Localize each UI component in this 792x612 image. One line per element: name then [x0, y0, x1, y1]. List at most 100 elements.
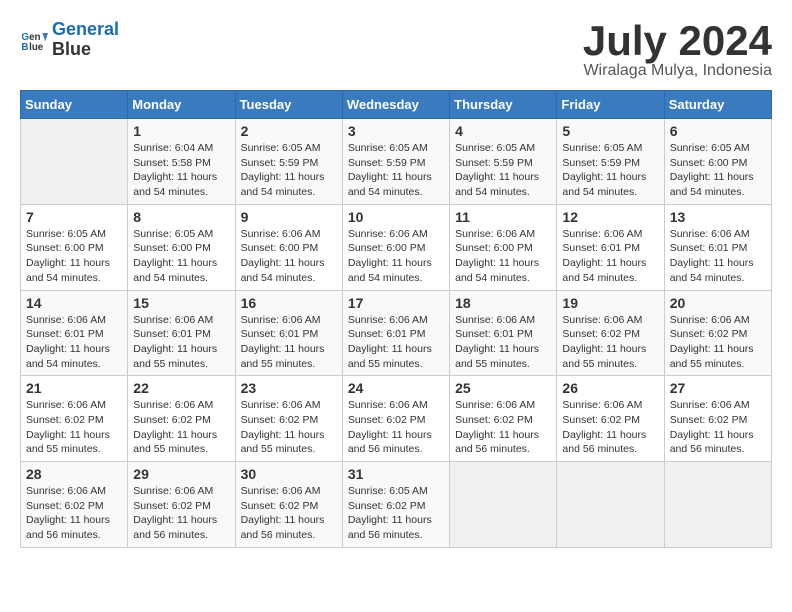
day-info: Sunrise: 6:04 AM Sunset: 5:58 PM Dayligh… [133, 141, 229, 200]
day-info: Sunrise: 6:06 AM Sunset: 6:02 PM Dayligh… [133, 484, 229, 543]
day-info: Sunrise: 6:05 AM Sunset: 6:00 PM Dayligh… [26, 227, 122, 286]
page-header: G en B lue General Blue July 2024 Wirala… [20, 20, 772, 80]
day-info: Sunrise: 6:06 AM Sunset: 6:01 PM Dayligh… [133, 313, 229, 372]
day-info: Sunrise: 6:06 AM Sunset: 6:02 PM Dayligh… [26, 398, 122, 457]
calendar-cell: 13Sunrise: 6:06 AM Sunset: 6:01 PM Dayli… [664, 204, 771, 290]
calendar-cell: 26 Sunrise: 6:06 AM Sunset: 6:02 PM Dayli… [557, 376, 664, 462]
day-number: 4 [455, 123, 551, 139]
day-number: 3 [348, 123, 444, 139]
day-number: 21 [26, 380, 122, 396]
day-info: Sunrise: 6:05 AM Sunset: 6:00 PM Dayligh… [133, 227, 229, 286]
day-info: Sunrise: 6:06 AM Sunset: 6:02 PM Dayligh… [241, 398, 337, 457]
day-info: Sunrise: 6:06 AM Sunset: 6:01 PM Dayligh… [26, 313, 122, 372]
calendar-title: July 2024 [583, 20, 772, 62]
day-number: 2 [241, 123, 337, 139]
day-number: 9 [241, 209, 337, 225]
day-number: 17 [348, 295, 444, 311]
day-header-saturday: Saturday [664, 91, 771, 119]
calendar-cell: 22 Sunrise: 6:06 AM Sunset: 6:02 PM Dayli… [128, 376, 235, 462]
day-info: Sunrise: 6:06 AM Sunset: 6:00 PM Dayligh… [455, 227, 551, 286]
day-number: 27 [670, 380, 766, 396]
day-number: 11 [455, 209, 551, 225]
day-number: 15 [133, 295, 229, 311]
svg-text:lue: lue [29, 42, 44, 53]
logo: G en B lue General Blue [20, 20, 119, 60]
day-info: Sunrise: 6:05 AM Sunset: 5:59 PM Dayligh… [348, 141, 444, 200]
day-header-tuesday: Tuesday [235, 91, 342, 119]
calendar-cell: 10Sunrise: 6:06 AM Sunset: 6:00 PM Dayli… [342, 204, 449, 290]
calendar-cell: 19Sunrise: 6:06 AM Sunset: 6:02 PM Dayli… [557, 290, 664, 376]
day-number: 23 [241, 380, 337, 396]
day-number: 6 [670, 123, 766, 139]
day-header-thursday: Thursday [450, 91, 557, 119]
calendar-cell: 12 Sunrise: 6:06 AM Sunset: 6:01 PM Dayli… [557, 204, 664, 290]
day-info: Sunrise: 6:06 AM Sunset: 6:02 PM Dayligh… [133, 398, 229, 457]
calendar-cell: 14 Sunrise: 6:06 AM Sunset: 6:01 PM Dayli… [21, 290, 128, 376]
calendar-table: SundayMondayTuesdayWednesdayThursdayFrid… [20, 90, 772, 548]
day-number: 25 [455, 380, 551, 396]
day-header-wednesday: Wednesday [342, 91, 449, 119]
day-info: Sunrise: 6:05 AM Sunset: 5:59 PM Dayligh… [562, 141, 658, 200]
calendar-cell: 30Sunrise: 6:06 AM Sunset: 6:02 PM Dayli… [235, 462, 342, 548]
calendar-cell: 11 Sunrise: 6:06 AM Sunset: 6:00 PM Dayli… [450, 204, 557, 290]
logo-icon: G en B lue [20, 26, 48, 54]
day-info: Sunrise: 6:05 AM Sunset: 5:59 PM Dayligh… [455, 141, 551, 200]
calendar-cell: 31 Sunrise: 6:05 AM Sunset: 6:02 PM Dayli… [342, 462, 449, 548]
day-header-friday: Friday [557, 91, 664, 119]
day-info: Sunrise: 6:06 AM Sunset: 6:02 PM Dayligh… [562, 398, 658, 457]
day-info: Sunrise: 6:05 AM Sunset: 5:59 PM Dayligh… [241, 141, 337, 200]
day-number: 26 [562, 380, 658, 396]
calendar-week-1: 1 Sunrise: 6:04 AM Sunset: 5:58 PM Daylig… [21, 119, 772, 205]
calendar-cell [21, 119, 128, 205]
day-number: 20 [670, 295, 766, 311]
day-number: 31 [348, 466, 444, 482]
calendar-cell: 16 Sunrise: 6:06 AM Sunset: 6:01 PM Dayli… [235, 290, 342, 376]
svg-text:B: B [21, 42, 28, 53]
day-number: 22 [133, 380, 229, 396]
day-info: Sunrise: 6:06 AM Sunset: 6:01 PM Dayligh… [562, 227, 658, 286]
calendar-cell: 18Sunrise: 6:06 AM Sunset: 6:01 PM Dayli… [450, 290, 557, 376]
calendar-cell: 24Sunrise: 6:06 AM Sunset: 6:02 PM Dayli… [342, 376, 449, 462]
logo-line2: Blue [52, 39, 91, 59]
days-header-row: SundayMondayTuesdayWednesdayThursdayFrid… [21, 91, 772, 119]
logo-text: General Blue [52, 20, 119, 60]
day-number: 13 [670, 209, 766, 225]
day-header-sunday: Sunday [21, 91, 128, 119]
calendar-week-3: 14 Sunrise: 6:06 AM Sunset: 6:01 PM Dayli… [21, 290, 772, 376]
day-info: Sunrise: 6:05 AM Sunset: 6:00 PM Dayligh… [670, 141, 766, 200]
calendar-subtitle: Wiralaga Mulya, Indonesia [583, 62, 772, 80]
day-number: 16 [241, 295, 337, 311]
day-info: Sunrise: 6:06 AM Sunset: 6:02 PM Dayligh… [670, 398, 766, 457]
day-number: 24 [348, 380, 444, 396]
calendar-cell: 29Sunrise: 6:06 AM Sunset: 6:02 PM Dayli… [128, 462, 235, 548]
calendar-cell: 21 Sunrise: 6:06 AM Sunset: 6:02 PM Dayli… [21, 376, 128, 462]
calendar-cell [664, 462, 771, 548]
calendar-cell: 2 Sunrise: 6:05 AM Sunset: 5:59 PM Daylig… [235, 119, 342, 205]
day-number: 1 [133, 123, 229, 139]
calendar-cell: 1 Sunrise: 6:04 AM Sunset: 5:58 PM Daylig… [128, 119, 235, 205]
calendar-cell [450, 462, 557, 548]
day-number: 7 [26, 209, 122, 225]
title-block: July 2024 Wiralaga Mulya, Indonesia [583, 20, 772, 80]
calendar-cell: 6 Sunrise: 6:05 AM Sunset: 6:00 PM Daylig… [664, 119, 771, 205]
calendar-cell: 27 Sunrise: 6:06 AM Sunset: 6:02 PM Dayli… [664, 376, 771, 462]
calendar-cell: 7 Sunrise: 6:05 AM Sunset: 6:00 PM Daylig… [21, 204, 128, 290]
day-info: Sunrise: 6:06 AM Sunset: 6:00 PM Dayligh… [241, 227, 337, 286]
day-number: 5 [562, 123, 658, 139]
day-header-monday: Monday [128, 91, 235, 119]
day-number: 30 [241, 466, 337, 482]
calendar-cell: 17Sunrise: 6:06 AM Sunset: 6:01 PM Dayli… [342, 290, 449, 376]
day-info: Sunrise: 6:06 AM Sunset: 6:02 PM Dayligh… [26, 484, 122, 543]
logo-line1: General [52, 19, 119, 39]
calendar-cell: 20Sunrise: 6:06 AM Sunset: 6:02 PM Dayli… [664, 290, 771, 376]
day-number: 14 [26, 295, 122, 311]
day-number: 8 [133, 209, 229, 225]
day-info: Sunrise: 6:05 AM Sunset: 6:02 PM Dayligh… [348, 484, 444, 543]
day-info: Sunrise: 6:06 AM Sunset: 6:00 PM Dayligh… [348, 227, 444, 286]
calendar-week-2: 7 Sunrise: 6:05 AM Sunset: 6:00 PM Daylig… [21, 204, 772, 290]
calendar-week-4: 21 Sunrise: 6:06 AM Sunset: 6:02 PM Dayli… [21, 376, 772, 462]
day-info: Sunrise: 6:06 AM Sunset: 6:02 PM Dayligh… [562, 313, 658, 372]
day-number: 12 [562, 209, 658, 225]
day-info: Sunrise: 6:06 AM Sunset: 6:01 PM Dayligh… [241, 313, 337, 372]
calendar-cell: 4 Sunrise: 6:05 AM Sunset: 5:59 PM Daylig… [450, 119, 557, 205]
